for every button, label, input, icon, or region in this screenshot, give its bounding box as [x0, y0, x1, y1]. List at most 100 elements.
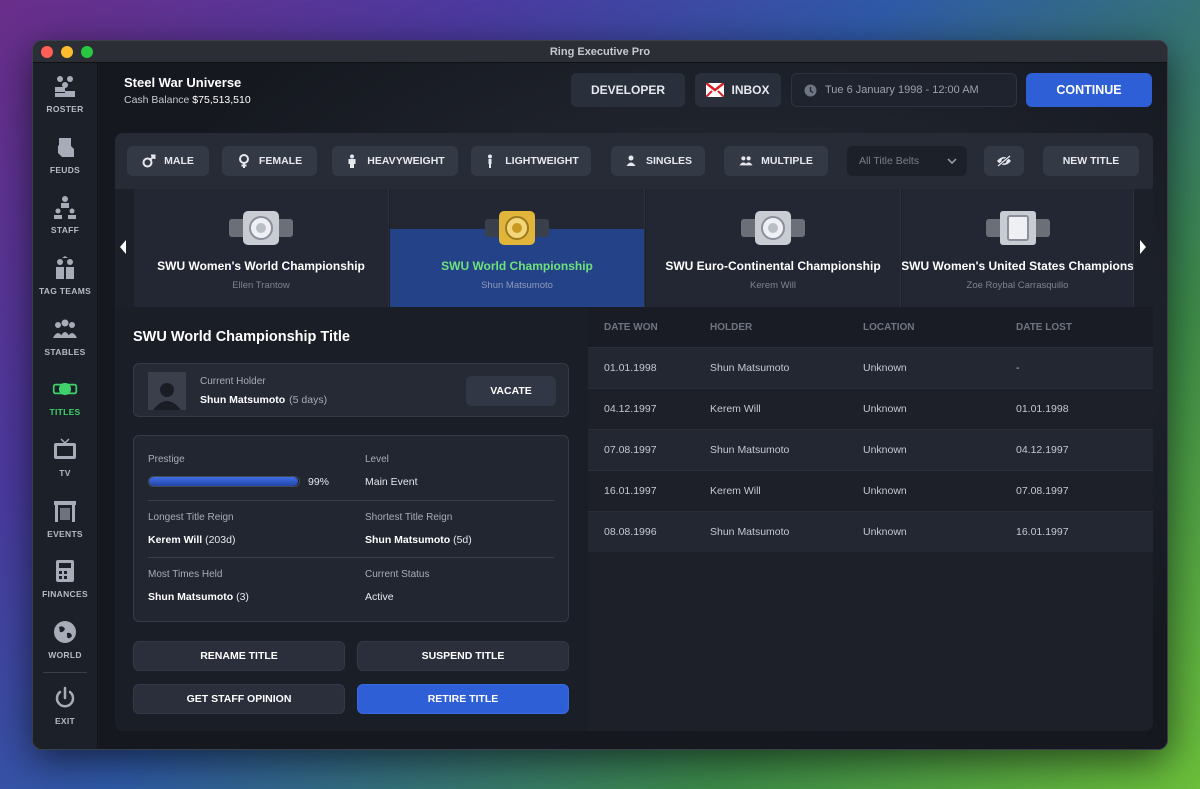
sidebar-item-label: TV	[59, 467, 71, 478]
table-row[interactable]: 07.08.1997 Shun Matsumoto Unknown 04.12.…	[588, 429, 1153, 470]
sidebar-item-label: ROSTER	[46, 103, 84, 114]
filter-label: MALE	[164, 155, 194, 167]
shortest-reign-label: Shortest Title Reign	[365, 512, 453, 523]
filter-heavyweight-button[interactable]: HEAVYWEIGHT	[332, 146, 458, 176]
column-header-holder[interactable]: HOLDER	[710, 322, 863, 333]
date-lost-cell: 04.12.1997	[1016, 444, 1069, 456]
longest-reign-days: (203d)	[205, 534, 236, 546]
sidebar-item-staff[interactable]: STAFF	[33, 184, 97, 245]
filter-singles-button[interactable]: SINGLES	[611, 146, 705, 176]
prestige-bar	[148, 476, 300, 487]
belt-holder: Zoe Roybal Carrasquillo	[966, 280, 1069, 291]
sidebar-item-events[interactable]: EVENTS	[33, 488, 97, 549]
singles-icon	[626, 155, 636, 166]
tv-icon	[54, 438, 76, 459]
title-belt-select[interactable]: All Title Belts	[847, 146, 967, 176]
top-bar: Steel War Universe Cash Balance $75,513,…	[99, 63, 1167, 119]
sidebar: ROSTER FEUDS STAFF TAG TEAMS STABLES TIT…	[33, 63, 98, 749]
column-header-date-won[interactable]: DATE WON	[588, 322, 710, 333]
rename-title-button[interactable]: RENAME TITLE	[133, 641, 345, 671]
title-bar: Ring Executive Pro	[33, 41, 1167, 63]
location-cell: Unknown	[863, 485, 907, 497]
prestige-bar-fill	[149, 477, 298, 486]
toggle-visibility-button[interactable]	[984, 146, 1024, 176]
holder-cell: Kerem Will	[710, 403, 761, 415]
staff-opinion-button[interactable]: GET STAFF OPINION	[133, 684, 345, 714]
filter-female-button[interactable]: FEMALE	[222, 146, 317, 176]
table-row[interactable]: 16.01.1997 Kerem Will Unknown 07.08.1997	[588, 470, 1153, 511]
filter-multiple-button[interactable]: MULTIPLE	[724, 146, 828, 176]
belt-card[interactable]: SWU Euro-Continental Championship Kerem …	[646, 189, 901, 307]
sidebar-item-tv[interactable]: TV	[33, 427, 97, 488]
prestige-value: 99%	[308, 476, 330, 488]
table-row[interactable]: 01.01.1998 Shun Matsumoto Unknown -	[588, 347, 1153, 388]
envelope-icon	[706, 83, 725, 97]
sidebar-item-tag-teams[interactable]: TAG TEAMS	[33, 245, 97, 306]
zoom-window-button[interactable]	[81, 46, 93, 58]
sidebar-item-stables[interactable]: STABLES	[33, 306, 97, 367]
finances-icon	[56, 560, 74, 583]
minimize-window-button[interactable]	[61, 46, 73, 58]
filter-lightweight-button[interactable]: LIGHTWEIGHT	[471, 146, 591, 176]
carousel-right-arrow-icon[interactable]	[1137, 237, 1149, 257]
most-times-count: (3)	[236, 591, 249, 603]
sidebar-item-world[interactable]: WORLD	[33, 609, 97, 670]
table-row[interactable]: 04.12.1997 Kerem Will Unknown 01.01.1998	[588, 388, 1153, 429]
status-label: Current Status	[365, 569, 430, 580]
carousel-left-arrow-icon[interactable]	[117, 237, 129, 257]
title-stats-card: Prestige 99% Level Main Event Longest Ti…	[133, 435, 569, 622]
belt-card[interactable]: SWU Women's World Championship Ellen Tra…	[134, 189, 389, 307]
date-display: Tue 6 January 1998 - 12:00 AM	[791, 73, 1017, 107]
belt-holder: Shun Matsumoto	[481, 280, 553, 291]
status-value: Active	[365, 591, 394, 603]
developer-button[interactable]: DEVELOPER	[571, 73, 685, 107]
continue-button[interactable]: CONTINUE	[1026, 73, 1152, 107]
belt-name: SWU Euro-Continental Championship	[665, 259, 881, 273]
tag-team-icon	[56, 255, 74, 279]
sidebar-item-exit[interactable]: EXIT	[33, 675, 97, 736]
holder-cell: Shun Matsumoto	[710, 444, 790, 456]
suspend-title-button[interactable]: SUSPEND TITLE	[357, 641, 569, 671]
company-info: Steel War Universe Cash Balance $75,513,…	[124, 75, 251, 106]
stats-divider	[148, 500, 554, 501]
cash-value: $75,513,510	[192, 94, 251, 106]
sidebar-item-label: EXIT	[54, 715, 76, 726]
table-body: 01.01.1998 Shun Matsumoto Unknown - 04.1…	[588, 347, 1153, 552]
belt-image	[229, 211, 293, 245]
vacate-button[interactable]: VACATE	[466, 376, 556, 406]
sidebar-item-feuds[interactable]: FEUDS	[33, 124, 97, 185]
window-title: Ring Executive Pro	[549, 45, 651, 58]
column-header-location[interactable]: LOCATION	[863, 322, 1016, 333]
retire-title-button[interactable]: RETIRE TITLE	[357, 684, 569, 714]
filter-male-button[interactable]: MALE	[127, 146, 209, 176]
level-label: Level	[365, 454, 389, 465]
sidebar-item-label: EVENTS	[47, 528, 83, 539]
belt-card[interactable]: SWU Women's United States Champions Zoe …	[902, 189, 1134, 307]
close-window-button[interactable]	[41, 46, 53, 58]
table-row[interactable]: 08.08.1996 Shun Matsumoto Unknown 16.01.…	[588, 511, 1153, 552]
location-cell: Unknown	[863, 403, 907, 415]
date-won-cell: 08.08.1996	[604, 526, 657, 538]
shortest-reign-value: Shun Matsumoto (5d)	[365, 534, 565, 546]
filter-bar: MALE FEMALE HEAVYWEIGHT LIGHTWEIGHT SING…	[115, 133, 1153, 189]
events-icon	[54, 500, 76, 522]
sidebar-item-finances[interactable]: FINANCES	[33, 549, 97, 610]
date-lost-cell: 16.01.1997	[1016, 526, 1069, 538]
clock-icon	[804, 84, 817, 96]
lightweight-icon	[488, 154, 493, 168]
belt-card-selected[interactable]: SWU World Championship Shun Matsumoto	[390, 189, 645, 307]
filter-label: SINGLES	[645, 155, 693, 167]
date-lost-cell: 01.01.1998	[1016, 403, 1069, 415]
holder-days: (5 days)	[289, 394, 328, 406]
holder-cell: Shun Matsumoto	[710, 362, 790, 374]
holder-cell: Shun Matsumoto	[710, 526, 790, 538]
date-text: Tue 6 January 1998 - 12:00 AM	[825, 84, 979, 96]
sidebar-item-titles[interactable]: TITLES	[33, 366, 97, 427]
sidebar-item-roster[interactable]: ROSTER	[33, 63, 97, 124]
new-title-button[interactable]: NEW TITLE	[1043, 146, 1139, 176]
shortest-reign-name: Shun Matsumoto	[365, 534, 451, 546]
shortest-reign-stat: Shortest Title Reign Shun Matsumoto (5d)	[365, 512, 565, 546]
column-header-date-lost[interactable]: DATE LOST	[1016, 322, 1146, 333]
location-cell: Unknown	[863, 526, 907, 538]
inbox-button[interactable]: INBOX	[695, 73, 781, 107]
